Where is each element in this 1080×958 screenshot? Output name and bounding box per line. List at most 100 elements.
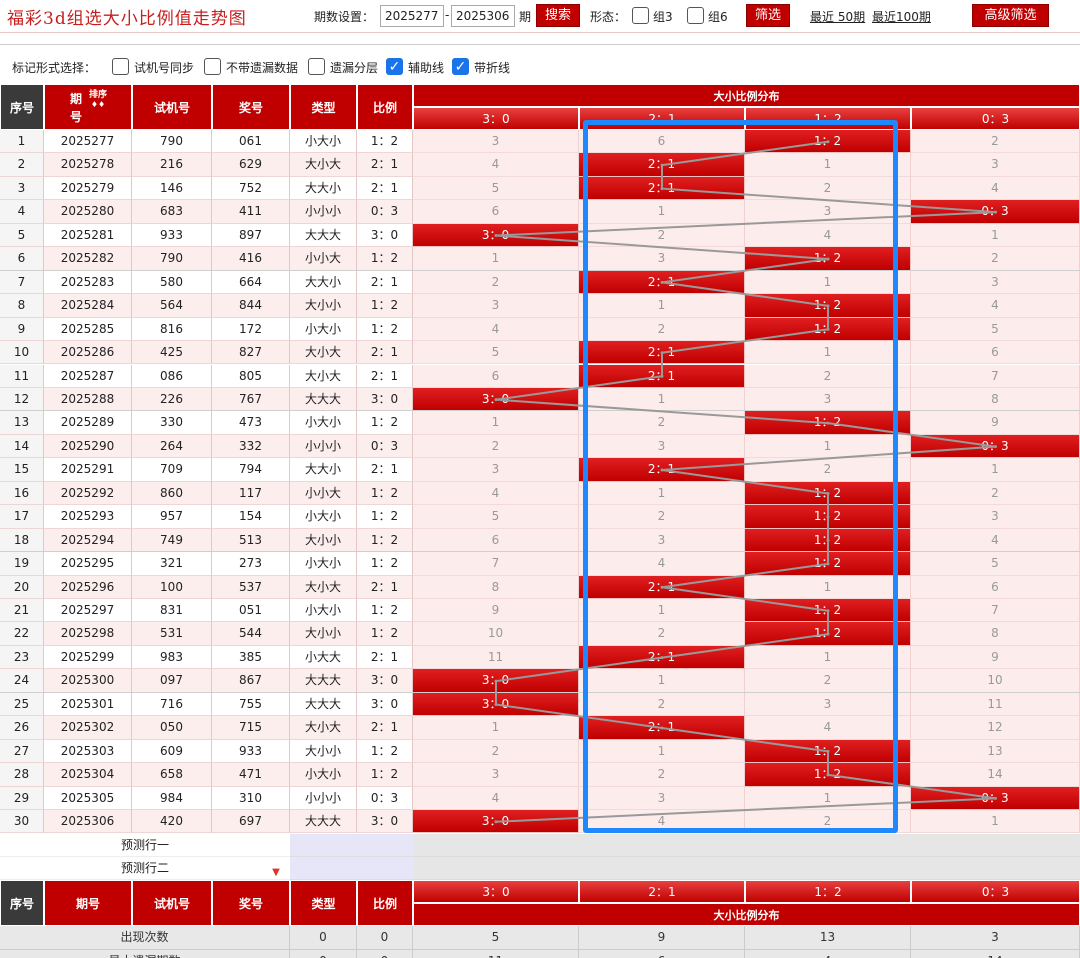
row-test-number: 683 [132,200,212,224]
row-seq: 2 [0,153,44,177]
hit-cell: 1：2 [745,622,911,646]
row-test-number: 933 [132,223,212,248]
miss-cell: 1 [579,669,745,693]
row-issue: 2025306 [44,810,132,834]
mark-option-checkbox[interactable] [308,58,325,75]
predict-row-input[interactable] [290,833,413,857]
miss-cell: 1 [579,739,745,764]
row-issue: 2025292 [44,481,132,506]
row-seq: 3 [0,176,44,201]
period-to-input[interactable]: 2025306 [451,5,515,27]
row-ratio: 1：2 [357,294,413,318]
sort-icon[interactable]: 排序 ♦♦ [89,90,107,110]
down-arrow-icon[interactable]: ▼ [270,868,282,878]
stat-ratio: 0 [357,949,413,958]
row-issue: 2025291 [44,458,132,482]
header-ratio: 比例 [357,84,413,130]
miss-cell: 4 [745,223,911,248]
footer-header-seq: 序号 [0,880,44,927]
miss-cell: 3 [745,692,911,717]
miss-cell: 10 [413,622,579,646]
miss-cell: 1 [911,223,1080,248]
mark-option-checkbox[interactable] [112,58,129,75]
row-test-number: 860 [132,481,212,506]
row-type: 小大小 [290,552,357,576]
row-type: 大小大 [290,716,357,740]
predict-row-input[interactable] [290,856,413,881]
row-issue: 2025293 [44,505,132,529]
row-type: 小大小 [290,317,357,342]
miss-cell: 9 [911,645,1080,670]
miss-cell: 3 [413,130,579,154]
miss-cell: 3 [579,786,745,811]
row-ratio: 1：2 [357,552,413,576]
miss-cell: 2 [745,176,911,201]
hit-cell: 1：2 [745,411,911,435]
row-draw-number: 664 [212,270,290,295]
row-issue: 2025303 [44,739,132,764]
recent-100-link[interactable]: 最近100期 [872,8,931,25]
miss-cell: 3 [911,270,1080,295]
hit-cell: 2：1 [579,645,745,670]
miss-cell: 9 [911,411,1080,435]
row-type: 小大大 [290,645,357,670]
hit-cell: 1：2 [745,505,911,529]
row-type: 大小小 [290,739,357,764]
footer-header-issue: 期号 [44,880,132,927]
hit-cell: 2：1 [579,364,745,388]
miss-cell: 2 [579,692,745,717]
hit-cell: 1：2 [745,739,911,764]
miss-cell: 3 [745,387,911,412]
predict-row-grid[interactable] [413,856,1080,881]
row-ratio: 1：2 [357,528,413,553]
period-from-input[interactable]: 2025277 [380,5,444,27]
row-seq: 14 [0,434,44,459]
stat-value: 5 [413,926,579,950]
row-seq: 21 [0,599,44,623]
miss-cell: 1 [911,810,1080,834]
row-issue: 2025297 [44,599,132,623]
advanced-filter-button[interactable]: 高级筛选 [972,4,1049,27]
stat-value: 6 [579,949,745,958]
row-test-number: 957 [132,505,212,529]
predict-row-grid[interactable] [413,833,1080,857]
header-seq: 序号 [0,84,44,130]
filter-button[interactable]: 筛选 [746,4,790,27]
row-type: 大大大 [290,692,357,717]
row-ratio: 1：2 [357,317,413,342]
row-seq: 18 [0,528,44,553]
row-seq: 28 [0,763,44,787]
row-type: 大小小 [290,294,357,318]
row-test-number: 580 [132,270,212,295]
zu3-label: 组3 [653,10,673,24]
header-issue[interactable]: 期号 排序 ♦♦ [44,84,132,130]
miss-cell: 11 [413,645,579,670]
mark-option-checkbox[interactable] [204,58,221,75]
mark-option-label: 带折线 [474,61,511,75]
footer-header-type: 类型 [290,880,357,927]
hit-cell: 1：2 [745,528,911,553]
recent-50-link[interactable]: 最近 50期 [810,8,865,25]
zu6-checkbox[interactable] [687,7,704,24]
row-type: 小小小 [290,786,357,811]
miss-cell: 1 [579,481,745,506]
miss-cell: 2 [745,458,911,482]
row-ratio: 2：1 [357,645,413,670]
row-draw-number: 051 [212,599,290,623]
row-ratio: 3：0 [357,669,413,693]
hit-cell: 0：3 [911,200,1080,224]
mark-option-checkbox[interactable]: ✓ [386,58,403,75]
row-seq: 11 [0,364,44,388]
hit-cell: 2：1 [579,270,745,295]
mark-option-checkbox[interactable]: ✓ [452,58,469,75]
row-seq: 8 [0,294,44,318]
row-issue: 2025287 [44,364,132,388]
miss-cell: 12 [911,716,1080,740]
row-issue: 2025296 [44,575,132,599]
search-button[interactable]: 搜索 [536,4,580,27]
row-type: 大大小 [290,458,357,482]
miss-cell: 14 [911,763,1080,787]
footer-header-draw: 奖号 [212,880,290,927]
zu3-checkbox[interactable] [632,7,649,24]
footer-ratio-col: 3：0 [413,880,579,904]
